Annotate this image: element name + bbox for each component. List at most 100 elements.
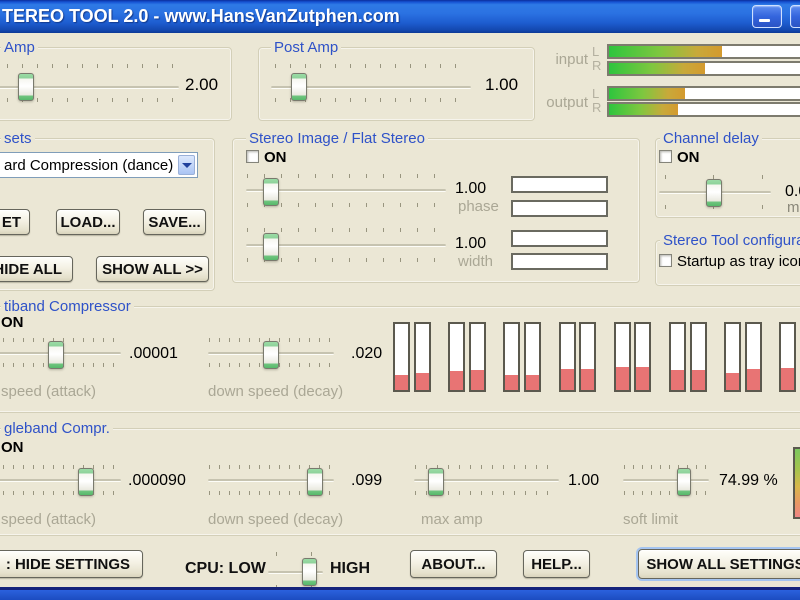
input-right-channel-label: R (592, 58, 602, 73)
sb-attack-label: speed (attack) (1, 511, 97, 528)
channel-delay-unit: ms (787, 199, 800, 216)
input-left-meter-fill (609, 46, 722, 57)
multiband-group: tiband Compressor ON .00001 speed (attac… (0, 298, 800, 413)
width-ticks-top (247, 228, 447, 232)
channel-delay-on-label: ON (677, 149, 700, 166)
phase-label: phase (458, 198, 499, 215)
channel-delay-group: Channel delay ON 0.00 ms (655, 130, 800, 218)
sb-maxamp-label: max amp (421, 511, 483, 528)
mb-decay-label: down speed (decay) (208, 383, 344, 400)
output-left-meter (607, 86, 800, 101)
sb-softlimit-ticks-top (624, 465, 706, 469)
pre-amp-group: Amp 2.00 (0, 39, 232, 121)
width-label: width (458, 253, 494, 270)
preset-combobox[interactable]: ard Compression (dance) (0, 152, 198, 178)
sb-softlimit-value: 74.99 % (719, 472, 778, 489)
post-amp-value: 1.00 (485, 75, 519, 94)
pre-amp-value: 2.00 (185, 75, 219, 94)
load-button[interactable]: LOAD... (56, 209, 120, 235)
stereo-image-on-label: ON (264, 149, 287, 166)
hide-settings-button[interactable]: : HIDE SETTINGS (0, 550, 143, 578)
input-left-channel-label: L (592, 44, 600, 59)
cpu-high-label: HIGH (330, 560, 370, 577)
phase-display-left (511, 176, 608, 193)
window-bottom-border (0, 590, 800, 600)
input-left-meter (607, 44, 800, 59)
singleband-group: gleband Compr. ON .000090 speed (attack)… (0, 420, 800, 536)
window-title: TEREO TOOL 2.0 - www.HansVanZutphen.com (2, 6, 400, 26)
sb-softlimit-ticks-bottom (624, 491, 706, 495)
output-left-meter-fill (609, 88, 686, 99)
startup-tray-checkbox[interactable] (659, 254, 672, 267)
sb-softlimit-slider-track[interactable] (623, 479, 709, 482)
mb-decay-slider-thumb[interactable] (263, 341, 279, 369)
title-bar: TEREO TOOL 2.0 - www.HansVanZutphen.com (0, 0, 800, 33)
post-amp-slider-thumb[interactable] (291, 73, 307, 101)
pre-amp-group-label: Amp (1, 39, 38, 56)
hide-all-button[interactable]: HIDE ALL (0, 256, 73, 282)
sb-attack-slider-thumb[interactable] (78, 468, 94, 496)
sb-maxamp-value: 1.00 (568, 472, 600, 489)
width-value: 1.00 (455, 235, 487, 252)
output-right-channel-label: R (592, 100, 602, 115)
sb-attack-ticks-top (3, 465, 119, 469)
sb-softlimit-slider-thumb[interactable] (677, 468, 691, 496)
soft-limit-gradient-meter (793, 447, 800, 519)
singleband-on-label: ON (1, 439, 24, 456)
sb-softlimit-label: soft limit (623, 511, 679, 528)
stereo-image-group-label: Stereo Image / Flat Stereo (246, 130, 428, 147)
multiband-on-label: ON (1, 314, 24, 331)
post-amp-group-label: Post Amp (271, 39, 342, 56)
preset-combobox-value: ard Compression (dance) (4, 157, 174, 174)
reset-button[interactable]: ET (0, 209, 30, 235)
channel-delay-slider-thumb[interactable] (706, 179, 722, 207)
width-slider-thumb[interactable] (263, 233, 279, 261)
sb-decay-slider-thumb[interactable] (307, 468, 323, 496)
mb-attack-slider-thumb[interactable] (48, 341, 64, 369)
output-left-channel-label: L (592, 86, 600, 101)
mb-decay-value: .020 (351, 345, 383, 362)
pre-amp-slider-thumb[interactable] (18, 73, 34, 101)
phase-display-right (511, 200, 608, 217)
config-group-label: Stereo Tool configuration (660, 232, 800, 249)
about-button[interactable]: ABOUT... (410, 550, 497, 578)
cpu-low-label: CPU: LOW (185, 560, 266, 577)
output-right-meter-fill (609, 104, 678, 115)
show-all-button[interactable]: SHOW ALL >> (96, 256, 209, 282)
channel-delay-tick (665, 205, 666, 209)
chevron-down-icon (182, 163, 192, 168)
output-meter-label: output (546, 94, 588, 111)
show-all-settings-button[interactable]: SHOW ALL SETTINGS (638, 549, 800, 579)
singleband-group-label: gleband Compr. (1, 420, 113, 437)
sb-attack-ticks-bottom (3, 491, 119, 495)
multiband-group-label: tiband Compressor (1, 298, 134, 315)
preset-combobox-dropdown-button[interactable] (178, 155, 195, 175)
help-button[interactable]: HELP... (523, 550, 590, 578)
channel-delay-group-label: Channel delay (660, 130, 762, 147)
width-display-left (511, 230, 608, 247)
post-amp-group: Post Amp 1.00 (258, 39, 535, 121)
presets-group: sets ard Compression (dance) ET LOAD... … (0, 130, 215, 291)
stereo-image-group: Stereo Image / Flat Stereo ON 1.00 phase… (232, 130, 640, 283)
maximize-button[interactable] (790, 5, 800, 28)
cpu-tick (311, 552, 312, 556)
input-meter-label: input (555, 51, 588, 68)
startup-tray-label: Startup as tray icon (677, 253, 800, 270)
sb-maxamp-slider-thumb[interactable] (428, 468, 444, 496)
cpu-slider-thumb[interactable] (302, 558, 317, 586)
save-button[interactable]: SAVE... (143, 209, 206, 235)
phase-slider-thumb[interactable] (263, 178, 279, 206)
sb-attack-slider-track[interactable] (0, 479, 121, 482)
pre-amp-ticks-top (7, 64, 173, 68)
sb-decay-value: .099 (351, 472, 383, 489)
config-group: Stereo Tool configuration Startup as tra… (655, 232, 800, 286)
minimize-button[interactable] (752, 5, 782, 28)
channel-delay-tick (762, 205, 763, 209)
channel-delay-on-checkbox[interactable] (659, 150, 672, 163)
mb-attack-value: .00001 (129, 345, 178, 362)
presets-group-label: sets (1, 130, 35, 147)
stereo-image-on-checkbox[interactable] (246, 150, 259, 163)
cpu-tick (276, 552, 277, 556)
output-right-meter (607, 102, 800, 117)
channel-delay-tick (762, 175, 763, 179)
